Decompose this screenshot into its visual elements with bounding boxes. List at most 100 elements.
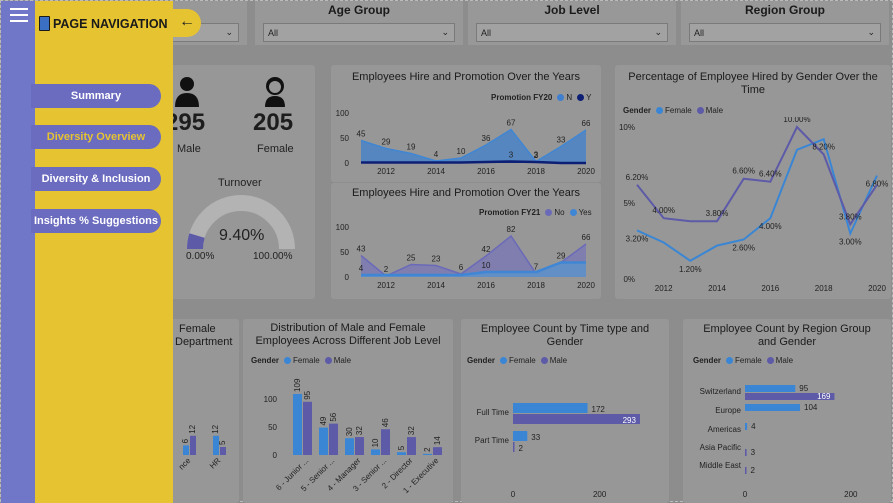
chart-legend: Gender Female Male	[467, 356, 567, 365]
y-tick-label: 100	[264, 395, 278, 404]
nav-insights-button[interactable]: Insights % Suggestions	[31, 209, 161, 233]
bar	[407, 437, 416, 455]
data-label: 6	[181, 438, 190, 443]
legend-item: N	[566, 93, 573, 102]
x-tick-label: 2014	[427, 281, 445, 290]
data-label: 1.20%	[679, 265, 702, 274]
data-label: 25	[407, 254, 416, 263]
data-label: 6.40%	[759, 170, 782, 179]
bar	[329, 423, 338, 455]
x-tick-label: 2016	[477, 281, 495, 290]
legend-title: Promotion FY21	[479, 208, 541, 217]
bar	[745, 423, 748, 430]
data-label: 29	[382, 138, 391, 147]
data-label: 293	[623, 416, 637, 425]
bar	[371, 449, 380, 455]
dashboard-canvas: ⌄ Age Group All ⌄ Job Level All ⌄ Region G…	[0, 0, 893, 503]
y-tick-label: Switzerland	[700, 387, 741, 396]
data-label: 49	[319, 416, 328, 425]
hamburger-menu-icon[interactable]	[10, 8, 28, 22]
x-tick-label: 2016	[761, 284, 779, 293]
data-label: 56	[329, 412, 338, 421]
bar	[397, 452, 406, 455]
age-group-dropdown[interactable]: All ⌄	[263, 23, 455, 42]
legend-item: Y	[586, 93, 592, 102]
legend-item: Female	[665, 106, 692, 115]
legend-item: Male	[705, 106, 724, 115]
legend-swatch	[569, 209, 577, 216]
data-label: 2	[384, 265, 389, 274]
chart-title: Employee Count by Region Group and Gende…	[703, 323, 871, 348]
legend-item: Male	[333, 356, 352, 365]
data-label: 10	[457, 147, 466, 156]
legend-swatch	[284, 357, 292, 364]
data-label: 104	[804, 403, 818, 412]
bar	[183, 445, 189, 455]
x-tick-label: 2020	[577, 281, 595, 290]
y-tick-label: 100	[336, 223, 350, 232]
data-label: 46	[381, 418, 390, 427]
data-label: 169	[817, 392, 831, 401]
hire-promotion-fy20-chart: 0 50 100 2012 2014 2016 2018 2020 45 29 19 4 10 36 67 3…	[336, 109, 596, 176]
bar	[319, 427, 328, 455]
data-label: 10	[482, 261, 491, 270]
x-tick-label: 2014	[427, 167, 445, 176]
data-label: 36	[482, 134, 491, 143]
data-label: 6.80%	[866, 180, 889, 189]
slicer-job-level: Job Level All ⌄	[468, 1, 676, 45]
data-label: 5	[218, 440, 227, 445]
bar	[513, 431, 528, 441]
x-tick-label: 2012	[377, 167, 395, 176]
legend-item: Female	[293, 356, 320, 365]
series-area-N	[361, 129, 586, 163]
data-label: 43	[357, 245, 366, 254]
turnover-max: 100.00%	[253, 251, 293, 262]
slicer-title: Job Level	[544, 3, 600, 17]
nav-diversity-overview-button[interactable]: Diversity Overview	[31, 125, 161, 149]
legend-swatch	[577, 94, 585, 101]
y-tick-label: Part Time	[475, 436, 510, 445]
y-tick-label: 100	[336, 109, 350, 118]
y-tick-label: 0	[345, 273, 350, 282]
region-group-dropdown[interactable]: All ⌄	[689, 23, 881, 42]
legend-swatch	[726, 357, 734, 364]
x-tick-label: 2020	[868, 284, 886, 293]
nav-rail	[1, 1, 35, 503]
data-label: 6.60%	[732, 167, 755, 176]
chart-legend: Promotion FY20 N Y	[491, 93, 591, 102]
female-label: Female	[257, 143, 294, 155]
slicer-region-group: Region Group All ⌄	[681, 1, 889, 45]
x-tick-label: 2020	[577, 167, 595, 176]
slicer-value: All	[268, 28, 279, 38]
y-tick-label: 0%	[623, 275, 635, 284]
y-tick-label: Asia Pacific	[700, 443, 741, 452]
legend-item: Male	[775, 356, 794, 365]
male-icon	[175, 77, 199, 107]
chevron-down-icon: ⌄	[441, 27, 449, 37]
job-level-dropdown[interactable]: All ⌄	[476, 23, 668, 42]
data-label: 3.80%	[706, 209, 729, 218]
data-label: 3.20%	[626, 234, 649, 243]
x-tick-label: 2014	[708, 284, 726, 293]
slicer-value: All	[481, 28, 492, 38]
data-label: 33	[531, 433, 540, 442]
legend-title: Gender	[467, 356, 496, 365]
collapse-nav-button[interactable]: ←	[173, 9, 201, 37]
legend-title: Promotion FY20	[491, 93, 553, 102]
x-tick-label: nce	[177, 456, 193, 472]
bar	[745, 467, 747, 474]
legend-title: Gender	[623, 106, 652, 115]
x-tick-label: 2016	[477, 167, 495, 176]
hire-promotion-fy21-chart: 0501002012 2014 2016 2018 202043225 236428272…	[336, 223, 596, 290]
y-tick-label: Europe	[715, 406, 741, 415]
legend-swatch	[696, 107, 704, 114]
y-tick-label: 50	[340, 134, 349, 143]
nav-diversity-inclusion-button[interactable]: Diversity & Inclusion	[31, 167, 161, 191]
chevron-down-icon: ⌄	[867, 27, 875, 37]
data-label: 4	[434, 150, 439, 159]
time-type-chart: 0 200 Full Time 172 293 Part Time 33 2	[475, 403, 640, 499]
nav-summary-button[interactable]: Summary	[31, 84, 161, 108]
turnover-gauge	[187, 195, 295, 250]
job-level-chart: 050100109956 - Junior ...49 565 - Senior …	[264, 378, 442, 495]
bar	[303, 401, 312, 455]
